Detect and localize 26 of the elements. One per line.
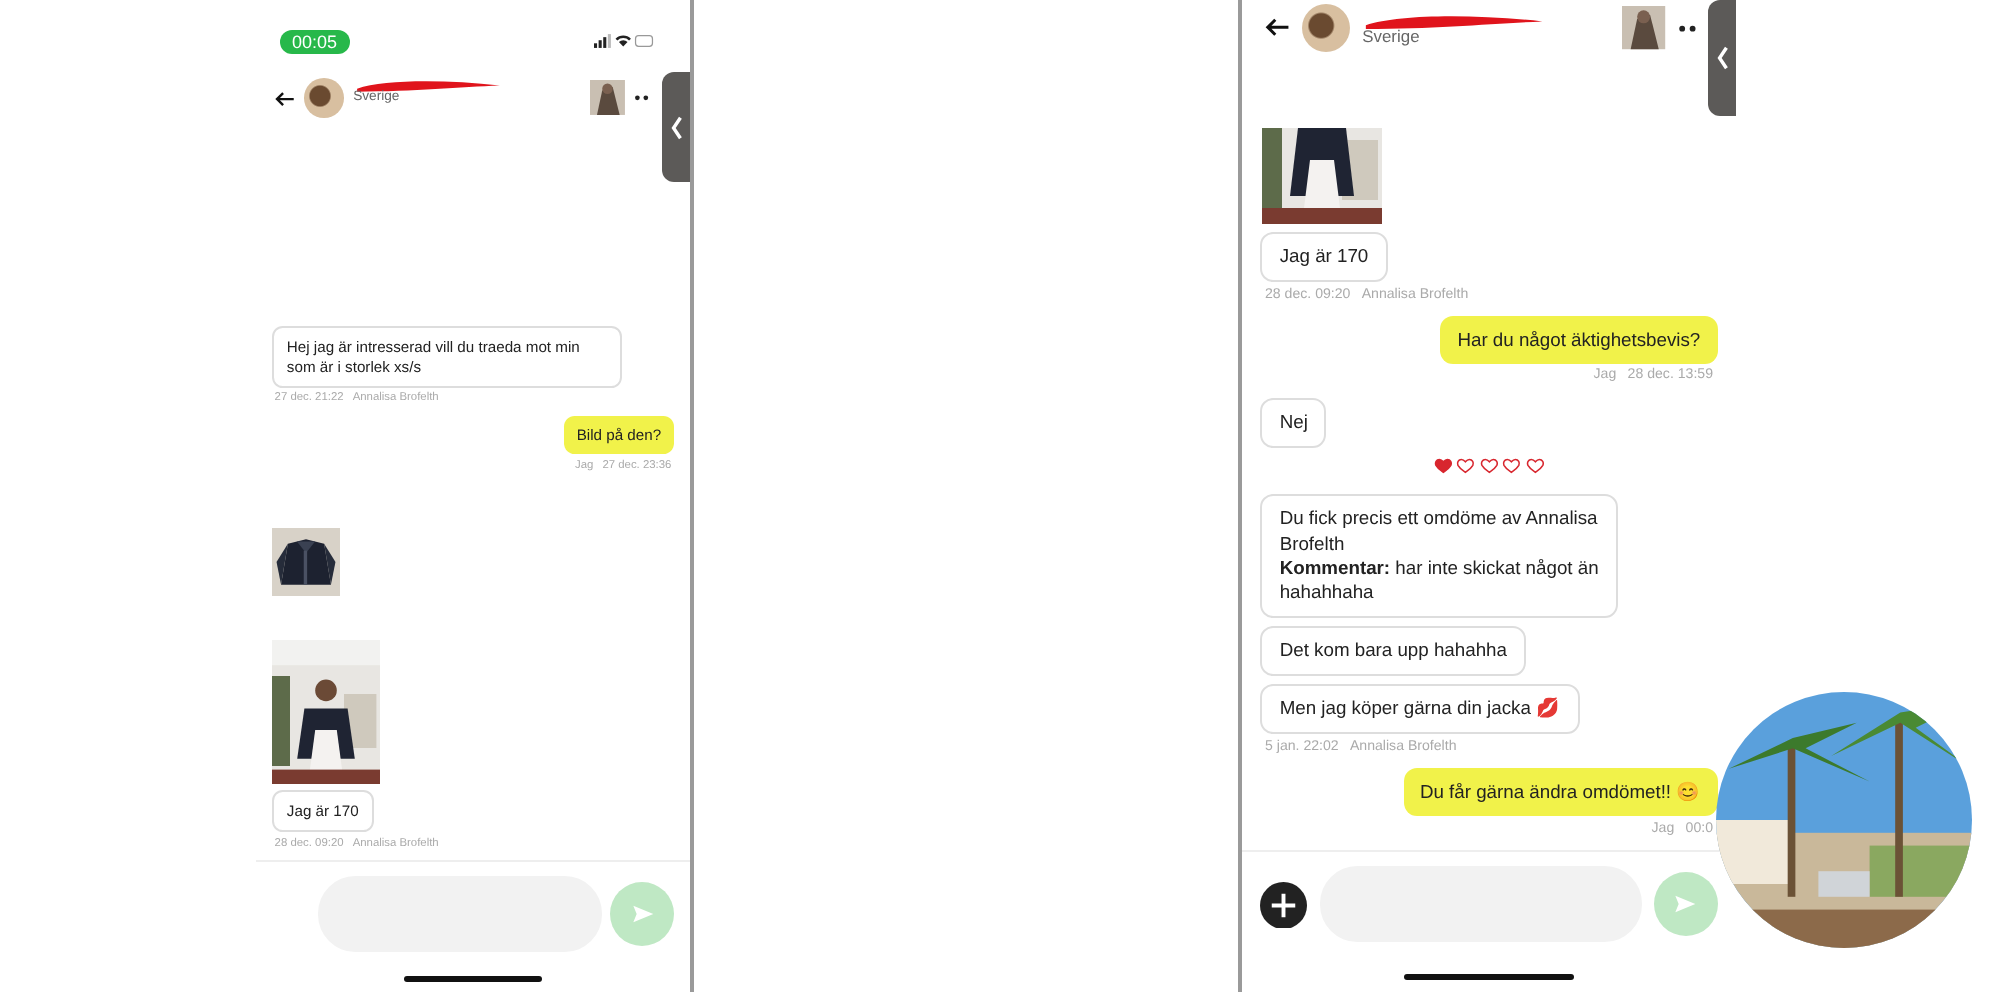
side-tab[interactable] (662, 72, 690, 182)
more-icon[interactable] (634, 94, 650, 103)
side-tab[interactable] (1708, 0, 1736, 116)
send-icon (629, 901, 657, 926)
message-bubble: Har du något äktighetsbevis? (1440, 316, 1718, 364)
filled-heart-icon (1434, 455, 1453, 475)
send-icon (1671, 892, 1699, 917)
location-text: Sverige (1362, 26, 1422, 47)
avatar[interactable] (304, 78, 345, 119)
message-bubble: Du fick precis ett omdöme av Annalisa Brofelth Kommentar: har inte skickat något än hahahhaha (1260, 493, 1619, 618)
chevron-icon (669, 115, 683, 139)
message-bubble: Nej (1260, 397, 1327, 449)
back-arrow-icon[interactable] (1264, 16, 1291, 40)
message-bubble: Men jag köper gärna din jacka 💋 (1260, 683, 1579, 735)
more-icon[interactable] (1677, 23, 1696, 33)
home-indicator[interactable] (1404, 974, 1574, 981)
avatar[interactable] (1302, 3, 1351, 53)
status-icons (594, 32, 654, 50)
chevron-icon (1715, 46, 1729, 70)
message-bubble: Du får gärna ändra omdömet!! 😊 (1403, 768, 1718, 816)
back-arrow-icon[interactable] (274, 89, 296, 108)
status-time: 00:05 (280, 29, 350, 53)
home-indicator[interactable] (404, 976, 542, 983)
add-icon[interactable] (1260, 881, 1308, 929)
message-bubble: Jag är 170 (1260, 231, 1388, 283)
message-bubble: Det kom bara upp hahahha (1260, 625, 1526, 677)
